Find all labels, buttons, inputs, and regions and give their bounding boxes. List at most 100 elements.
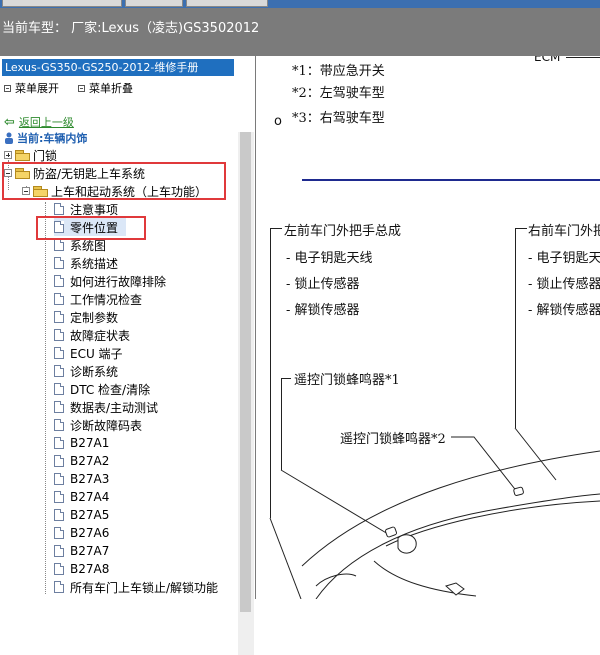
tree-item-b27a1[interactable]: B27A1 [54, 434, 109, 452]
tree-item-b27a3[interactable]: B27A3 [54, 470, 109, 488]
back-link-label: 返回上一级 [18, 116, 74, 129]
expand-icon [4, 84, 11, 92]
document-icon [54, 329, 64, 341]
car-wheel-arch [315, 573, 357, 587]
document-icon [54, 455, 64, 467]
vehicle-diagram [269, 427, 600, 599]
highlight-box-path [2, 162, 226, 200]
back-arrow-icon: ⇦ [4, 114, 15, 130]
back-link[interactable]: ⇦ 返回上一级 [4, 114, 74, 130]
tree-item-label: 定制参数 [70, 310, 119, 325]
tree-item-label: B27A6 [70, 526, 110, 540]
tree-item-label: 诊断系统 [70, 364, 119, 379]
tree-item-b27a2[interactable]: B27A2 [54, 452, 109, 470]
toolbar-button-1[interactable] [2, 0, 122, 7]
left-handle-pointer [269, 517, 302, 599]
tree-item-label: DTC 检查/清除 [70, 382, 151, 397]
tree-item-label: 注意事项 [70, 202, 119, 217]
tree-item-diagnosis-system[interactable]: 诊断系统 [54, 362, 118, 380]
toolbar-button-2[interactable] [125, 0, 183, 7]
scrollbar-thumb[interactable] [240, 132, 251, 612]
document-icon [54, 473, 64, 485]
document-icon [54, 293, 64, 305]
expand-menu-button[interactable]: 菜单展开 [4, 80, 59, 96]
manual-title: Lexus-GS350-GS250-2012-维修手册 [2, 59, 234, 76]
car-fender-line [385, 500, 600, 547]
document-icon [54, 545, 64, 557]
toolbar-button-3[interactable] [186, 0, 268, 7]
document-icon [54, 275, 64, 287]
document-icon [54, 383, 64, 395]
tree-item-label: 如何进行故障排除 [70, 274, 167, 289]
collapse-icon [78, 84, 85, 92]
car-body-line [301, 450, 600, 567]
document-icon [54, 311, 64, 323]
person-icon [5, 132, 13, 144]
highlight-box-selected [36, 216, 146, 240]
tree-item-b27a5[interactable]: B27A5 [54, 506, 109, 524]
document-icon [54, 257, 64, 269]
current-path: 当前:车辆内饰 [4, 130, 87, 146]
tree-node-label: 门锁 [33, 148, 58, 163]
document-icon [54, 239, 64, 251]
tree-item-dtc-chart[interactable]: 诊断故障码表 [54, 416, 142, 434]
document-icon [54, 563, 64, 575]
document-icon [54, 581, 64, 593]
door-handle-component [445, 582, 465, 596]
document-icon [54, 527, 64, 539]
diagram-panel: ECM *1：带应急开关 *2：左驾驶车型 *3：右驾驶车型 o 左前车门外把手… [256, 56, 600, 599]
model-bar: 当前车型： 厂家:Lexus（凌志)GS3502012 [0, 8, 600, 56]
tree-item-data-list[interactable]: 数据表/主动测试 [54, 398, 158, 416]
tree-item-ecu-terminals[interactable]: ECU 端子 [54, 344, 123, 362]
navigation-panel: Lexus-GS350-GS250-2012-维修手册 菜单展开 菜单折叠 ⇦ … [0, 56, 256, 655]
document-icon [54, 401, 64, 413]
tree-item-label: B27A1 [70, 436, 110, 450]
tree-item-operation-check[interactable]: 工作情况检查 [54, 290, 142, 308]
tree-item-label: 诊断故障码表 [70, 418, 143, 433]
document-icon [54, 419, 64, 431]
tree-item-label: B27A5 [70, 508, 110, 522]
tree-item-label: 系统描述 [70, 256, 119, 271]
tree-guide-line [45, 202, 46, 594]
current-model-label: 当前车型： 厂家:Lexus（凌志)GS3502012 [2, 21, 260, 36]
tree-item-label: 数据表/主动测试 [70, 400, 159, 415]
document-icon [54, 203, 64, 215]
expand-plus-icon[interactable] [4, 151, 12, 159]
tree-item-label: 所有车门上车锁止/解锁功能 [70, 580, 219, 595]
document-icon [54, 491, 64, 503]
document-icon [54, 365, 64, 377]
tree-item-label: B27A7 [70, 544, 110, 558]
document-icon [54, 509, 64, 521]
tree-item-b27a7[interactable]: B27A7 [54, 542, 109, 560]
tree-item-troubleshooting[interactable]: 如何进行故障排除 [54, 272, 166, 290]
car-hood-line [315, 493, 600, 599]
buzzer1-pointer [280, 469, 389, 535]
current-path-label: 当前:车辆内饰 [17, 132, 88, 145]
tree-item-label: ECU 端子 [70, 346, 123, 361]
buzzer2-pointer [451, 436, 519, 494]
tree-item-label: B27A8 [70, 562, 110, 576]
tree-item-label: 故障症状表 [70, 328, 131, 343]
tree-item-label: B27A2 [70, 454, 110, 468]
tree-item-system-description[interactable]: 系统描述 [54, 254, 118, 272]
window-top-strip [0, 0, 600, 8]
document-icon [54, 347, 64, 359]
right-handle-pointer [514, 427, 557, 481]
tree-item-b27a6[interactable]: B27A6 [54, 524, 109, 542]
tree-item-all-doors-lock[interactable]: 所有车门上车锁止/解锁功能 [54, 578, 218, 596]
buzzer2-component [513, 486, 524, 496]
expand-menu-label: 菜单展开 [15, 82, 59, 95]
folder-icon [15, 149, 30, 161]
tree-item-b27a8[interactable]: B27A8 [54, 560, 109, 578]
collapse-menu-label: 菜单折叠 [89, 82, 133, 95]
tree-item-label: B27A3 [70, 472, 110, 486]
tree-item-dtc-check[interactable]: DTC 检查/清除 [54, 380, 150, 398]
tree-item-label: B27A4 [70, 490, 110, 504]
tree-item-customize-params[interactable]: 定制参数 [54, 308, 118, 326]
tree-item-symptom-table[interactable]: 故障症状表 [54, 326, 130, 344]
document-icon [54, 437, 64, 449]
tree-item-label: 工作情况检查 [70, 292, 143, 307]
buzzer1-component [384, 526, 417, 554]
tree-item-b27a4[interactable]: B27A4 [54, 488, 109, 506]
collapse-menu-button[interactable]: 菜单折叠 [78, 80, 133, 96]
